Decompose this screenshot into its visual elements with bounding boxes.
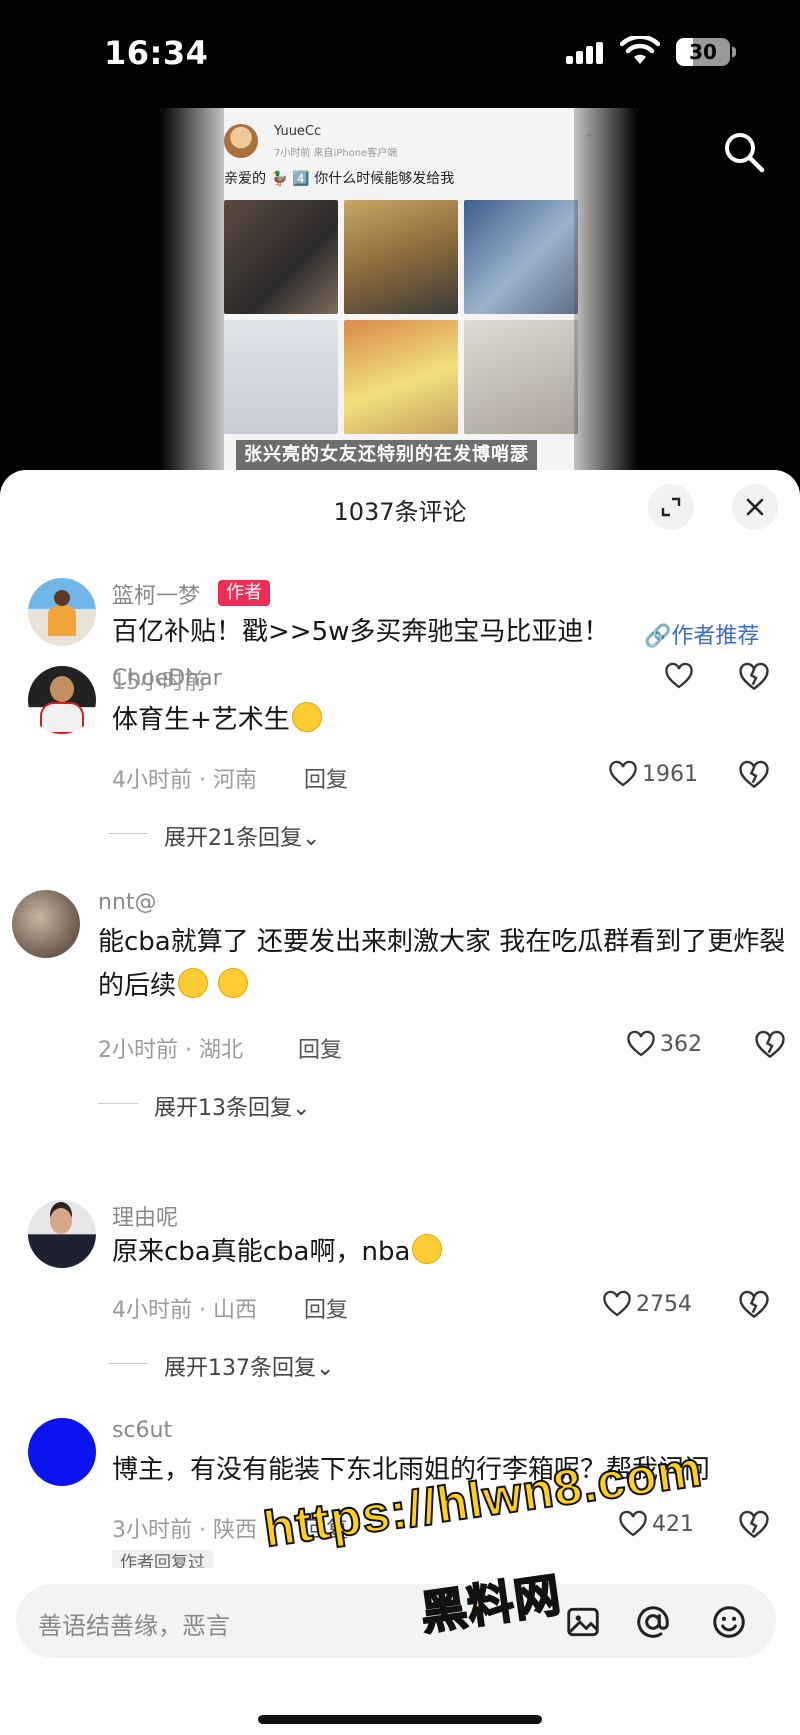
image-icon[interactable] <box>564 1603 602 1641</box>
post-avatar <box>224 124 258 158</box>
like-button[interactable]: 421 <box>618 1510 708 1544</box>
home-indicator[interactable] <box>258 1715 542 1724</box>
sobbing-emoji-icon <box>412 1234 443 1264</box>
photo <box>464 200 578 314</box>
close-button[interactable] <box>732 484 778 530</box>
heart-icon <box>627 1030 655 1057</box>
crying-emoji-icon <box>291 702 322 732</box>
author-recommend-link[interactable]: 🔗作者推荐 <box>644 618 759 650</box>
like-button[interactable]: 362 <box>626 1030 726 1064</box>
photo <box>224 320 338 434</box>
comment-text[interactable]: 体育生+艺术生 <box>112 698 800 742</box>
video-frame-post: YuueCc 7小时前 来自iPhone客户端 ⌄ 亲爱的 🦆 4️⃣ 你什么时… <box>160 108 638 473</box>
comment-text[interactable]: 百亿补贴！戳>>5w多买奔驰宝马比亚迪！ <box>112 610 632 654</box>
expand-icon <box>661 497 681 517</box>
comment-item: ChoeDhar 体育生+艺术生 4小时前 · 河南 回复 1961 展开21条… <box>0 666 800 866</box>
avatar[interactable] <box>28 578 96 646</box>
comment-text[interactable]: 原来cba真能cba啊，nba <box>112 1230 800 1274</box>
broken-heart-icon[interactable] <box>738 1510 770 1542</box>
heart-icon <box>603 1290 631 1317</box>
comment-username[interactable]: nnt@ <box>98 890 157 915</box>
like-button[interactable]: 1961 <box>608 760 708 794</box>
comment-input-placeholder: 善语结善缘，恶言 <box>38 1612 230 1640</box>
comment-username[interactable]: ChoeDhar <box>112 666 222 691</box>
like-count: 1961 <box>642 762 698 787</box>
photo <box>464 320 578 434</box>
comment-meta: 2小时前 · 湖北 <box>98 1038 243 1063</box>
search-icon[interactable] <box>720 128 768 176</box>
comment-item: 篮柯一梦 作者 百亿补贴！戳>>5w多买奔驰宝马比亚迪！ 🔗作者推荐 15小时前 <box>0 538 800 695</box>
comment-input[interactable]: 善语结善缘，恶言 <box>16 1584 776 1658</box>
like-count: 421 <box>652 1512 694 1537</box>
wifi-icon <box>620 36 660 64</box>
sheet-header: 1037条评论 <box>0 470 800 542</box>
photo <box>344 320 458 434</box>
comment-username[interactable]: 篮柯一梦 <box>112 578 200 610</box>
flushed-emoji-icon <box>178 968 209 998</box>
broken-heart-icon[interactable] <box>754 1030 786 1062</box>
comment-meta: 3小时前 · 陕西 <box>112 1518 257 1543</box>
fullscreen-button[interactable] <box>648 484 694 530</box>
heart-icon <box>619 1510 647 1537</box>
comment-item: 理由呢 原来cba真能cba啊，nba 4小时前 · 山西 回复 2754 展开… <box>0 1200 800 1400</box>
avatar[interactable] <box>12 890 80 958</box>
battery-icon: 30 <box>676 38 736 66</box>
author-badge: 作者 <box>218 580 270 606</box>
video-caption: 张兴亮的女友还特别的在发博哨瑟 <box>236 440 537 470</box>
close-icon <box>746 498 764 516</box>
broken-heart-icon[interactable] <box>738 1290 770 1322</box>
cellular-signal-icon <box>566 42 606 64</box>
battery-level: 30 <box>689 40 717 64</box>
comment-username[interactable]: 理由呢 <box>112 1200 178 1232</box>
comment-input-bar: 善语结善缘，恶言 <box>0 1568 800 1735</box>
expand-replies-button[interactable]: 展开21条回复⌄ <box>107 820 320 852</box>
reply-button[interactable]: 回复 <box>304 762 348 794</box>
post-meta: 7小时前 来自iPhone客户端 <box>274 148 398 159</box>
like-button[interactable]: 2754 <box>602 1290 706 1324</box>
expand-replies-button[interactable]: 展开13条回复⌄ <box>97 1090 310 1122</box>
post-text: 亲爱的 🦆 4️⃣ 你什么时候能够发给我 <box>224 171 455 187</box>
heart-icon <box>609 760 637 787</box>
status-time: 16:34 <box>104 34 209 72</box>
emoji-icon[interactable] <box>710 1603 748 1641</box>
comment-meta: 4小时前 · 山西 <box>112 1298 257 1323</box>
photo <box>224 200 338 314</box>
reply-button[interactable]: 回复 <box>304 1292 348 1324</box>
avatar[interactable] <box>28 1200 96 1268</box>
like-count: 362 <box>660 1032 702 1057</box>
flushed-emoji-icon <box>218 968 249 998</box>
comment-sheet: 1037条评论 篮柯一梦 作者 百亿补贴！戳>>5w多买奔驰宝马比亚迪！ 🔗作者… <box>0 470 800 1735</box>
comment-meta: 4小时前 · 河南 <box>112 768 257 793</box>
comment-username[interactable]: sc6ut <box>112 1418 172 1443</box>
at-icon[interactable] <box>634 1603 672 1641</box>
comment-text[interactable]: 能cba就算了 还要发出来刺激大家 我在吃瓜群看到了更炸裂的后续 <box>98 920 788 1008</box>
post-photo-grid <box>224 200 578 438</box>
reply-button[interactable]: 回复 <box>298 1032 342 1064</box>
comment-item: nnt@ 能cba就算了 还要发出来刺激大家 我在吃瓜群看到了更炸裂的后续 2小… <box>0 890 800 1160</box>
avatar[interactable] <box>28 1418 96 1486</box>
avatar[interactable] <box>28 666 96 734</box>
status-bar: 16:34 30 <box>0 0 800 110</box>
expand-replies-button[interactable]: 展开137条回复⌄ <box>107 1350 334 1382</box>
like-count: 2754 <box>636 1292 692 1317</box>
photo <box>344 200 458 314</box>
broken-heart-icon[interactable] <box>738 760 770 792</box>
post-username: YuueCc <box>274 124 322 139</box>
